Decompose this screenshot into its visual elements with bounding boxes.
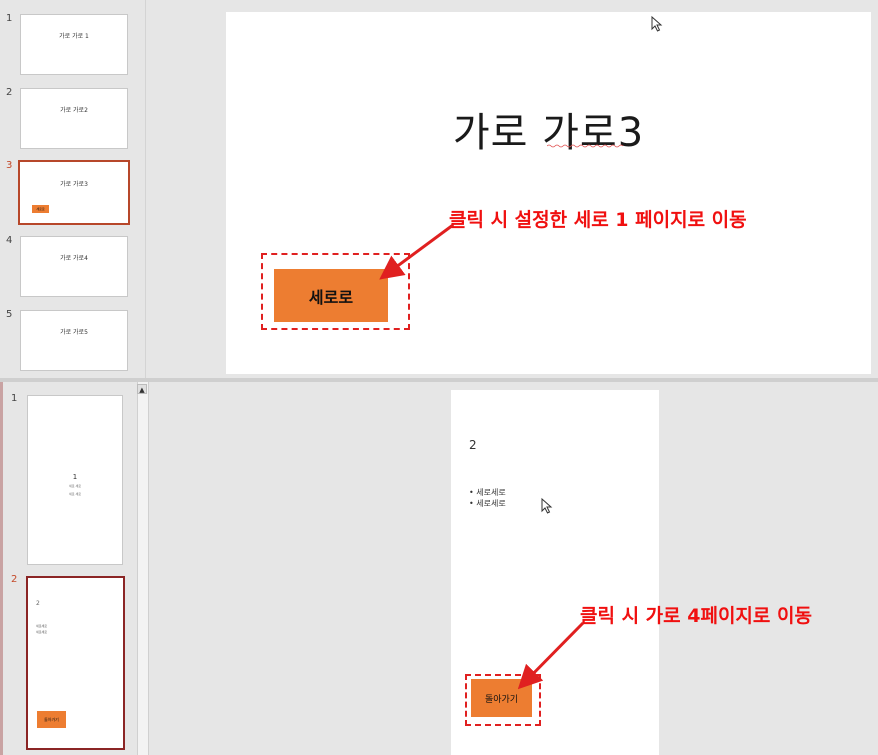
annotation-arrow-icon — [379, 223, 454, 280]
mouse-cursor-icon — [651, 15, 663, 32]
top-presentation-window: 1 가로 가로 1 2 가로 가로2 3 가로 가로3 세로로 4 가로 가로4… — [0, 0, 878, 378]
bottom-presentation-window: 1 1 세로 세로 세로 세로 2 2 세로세로 세로세로 돌아가기 ▲ 2 •… — [0, 382, 878, 755]
mouse-cursor-icon — [541, 497, 553, 514]
annotation-arrow-icon — [517, 621, 585, 690]
